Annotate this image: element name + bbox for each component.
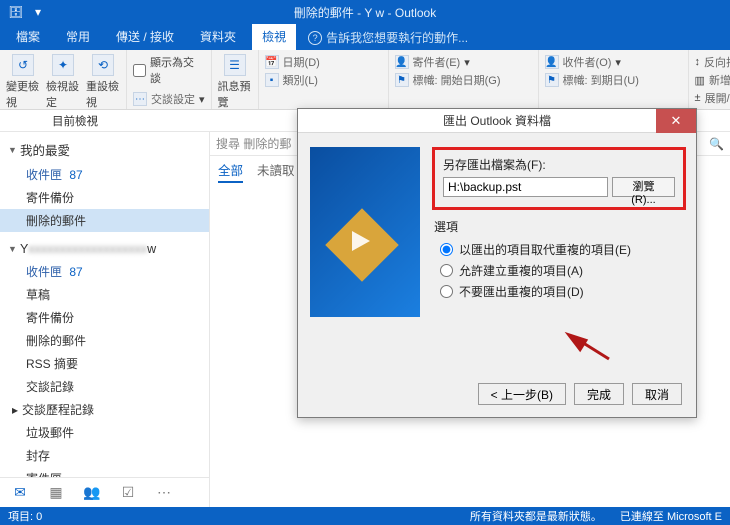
filter-all[interactable]: 全部 [218,160,243,183]
nav-outbox[interactable]: 寄件匣 [0,467,209,477]
ribbon-group-messages: 顯示為交談 ⋯交談設定▾ [127,50,212,109]
mail-icon[interactable]: ✉ [10,483,30,503]
arrange-date[interactable]: 📅日期(D) [265,54,382,70]
account-header[interactable]: ▼ Yxxxxxxxxxxxxxxxxxxxw [0,238,209,260]
quick-access-toolbar: 🗄 ▾ [8,4,46,20]
status-connection: 已連線至 Microsoft E [620,508,722,524]
nav-sent-items2[interactable]: 寄件備份 [0,306,209,329]
ribbon-group-currentview: ↺變更檢視 ✦檢視設定 ⟲重設檢視 [0,50,127,109]
cancel-button[interactable]: 取消 [632,383,682,405]
nav-conversation-history2[interactable]: ▸交談歷程記錄 [0,398,209,421]
dialog-close-button[interactable]: ✕ [656,109,696,133]
dialog-titlebar: 匯出 Outlook 資料檔 ✕ [298,109,696,133]
calendar-icon: 📅 [265,55,279,69]
show-as-conversations-check[interactable]: 顯示為交談 [133,54,205,86]
finish-button[interactable]: 完成 [574,383,624,405]
current-view-caption: 目前檢視 [52,113,98,129]
reset-view-button[interactable]: ⟲重設檢視 [86,54,120,110]
flag-icon: ⚑ [395,73,409,87]
expand-collapse-button[interactable]: ±展開/折疊▾ [695,90,730,106]
save-as-label: 另存匯出檔案為(F): [443,156,675,173]
ribbon-group-arrangement: 📅日期(D) ▪類別(L) [259,50,389,109]
tab-sendreceive[interactable]: 傳送 / 接收 [106,24,184,50]
ribbon-group-arrangement3: 👤收件者(O)▾ ⚑標幟: 到期日(U) [539,50,689,109]
more-icon[interactable]: ⋯ [154,483,174,503]
tag-icon: ▪ [265,73,279,87]
nav-inbox[interactable]: 收件匣 87 [0,163,209,186]
chevron-right-icon: ▸ [12,403,18,417]
nav-drafts[interactable]: 草稿 [0,283,209,306]
person-icon: 👤 [395,55,409,69]
arrange-flag-start[interactable]: ⚑標幟: 開始日期(G) [395,72,532,88]
ribbon-group-arrangement2: 👤寄件者(E)▾ ⚑標幟: 開始日期(G) [389,50,539,109]
export-path-input[interactable] [443,177,608,197]
add-columns-button[interactable]: ▥新增欄 [695,72,730,88]
window-titlebar: 🗄 ▾ 刪除的郵件 - Y w - Outlook [0,0,730,24]
arrange-category[interactable]: ▪類別(L) [265,72,382,88]
conversation-settings-button[interactable]: ⋯交談設定▾ [133,91,205,107]
opt-replace-duplicates[interactable]: 以匯出的項目取代重複的項目(E) [440,239,686,260]
change-view-button[interactable]: ↺變更檢視 [6,54,40,110]
export-dialog: 匯出 Outlook 資料檔 ✕ 另存匯出檔案為(F): 瀏覽(R)... 選項… [297,108,697,418]
ribbon-group-sort: ↕反向排序 ▥新增欄 ±展開/折疊▾ [689,50,730,109]
window-title: 刪除的郵件 - Y w - Outlook [294,4,436,21]
calendar-icon[interactable]: ▦ [46,483,66,503]
qat-dropdown-icon[interactable]: ▾ [30,4,46,20]
folder-nav-pane: ▼我的最愛 收件匣 87 寄件備份 刪除的郵件 ▼ Yxxxxxxxxxxxxx… [0,132,210,507]
opt-no-duplicates[interactable]: 不要匯出重複的項目(D) [440,281,686,302]
dialog-title: 匯出 Outlook 資料檔 [443,112,551,129]
arrange-flag-due[interactable]: ⚑標幟: 到期日(U) [545,72,682,88]
ribbon-tabstrip: 檔案 常用 傳送 / 接收 資料夾 檢視 ? 告訴我您想要執行的動作... [0,24,730,50]
nav-rss[interactable]: RSS 摘要 [0,352,209,375]
opt-allow-duplicates[interactable]: 允許建立重複的項目(A) [440,260,686,281]
search-icon[interactable]: 🔍 [709,137,724,151]
arrange-recipient[interactable]: 👤收件者(O)▾ [545,54,682,70]
filter-unread[interactable]: 未讀取 [257,160,295,183]
tell-me-box[interactable]: ? 告訴我您想要執行的動作... [302,29,474,50]
nav-deleted-items2[interactable]: 刪除的郵件 [0,329,209,352]
flag-icon: ⚑ [545,73,559,87]
chevron-down-icon: ▼ [8,244,18,254]
tasks-icon[interactable]: ☑ [118,483,138,503]
dialog-illustration [310,147,420,317]
chevron-down-icon: ▼ [8,145,18,155]
tab-home[interactable]: 常用 [56,24,100,50]
person-icon: 👤 [545,55,559,69]
favorites-header[interactable]: ▼我的最愛 [0,136,209,163]
nav-inbox2[interactable]: 收件匣 87 [0,260,209,283]
duplicate-options: 以匯出的項目取代重複的項目(E) 允許建立重複的項目(A) 不要匯出重複的項目(… [440,239,686,302]
ribbon-group-preview: ☰訊息預覽 [212,50,259,109]
tab-file[interactable]: 檔案 [6,24,50,50]
tab-folder[interactable]: 資料夾 [190,24,246,50]
status-sync: 所有資料夾都是最新狀態。 [470,508,602,524]
nav-sent-items[interactable]: 寄件備份 [0,186,209,209]
browse-button[interactable]: 瀏覽(R)... [612,177,675,197]
lightbulb-icon: ? [308,31,322,45]
options-label: 選項 [434,218,686,235]
view-settings-button[interactable]: ✦檢視設定 [46,54,80,110]
people-icon[interactable]: 👥 [82,483,102,503]
nav-switcher: ✉ ▦ 👥 ☑ ⋯ [0,477,209,507]
message-preview-button[interactable]: ☰訊息預覽 [218,54,252,110]
search-placeholder: 搜尋 刪除的郵 [216,135,291,152]
tell-me-label: 告訴我您想要執行的動作... [326,29,468,46]
status-item-count: 項目: 0 [8,508,42,524]
reverse-sort-button[interactable]: ↕反向排序 [695,54,730,70]
status-bar: 項目: 0 所有資料夾都是最新狀態。 已連線至 Microsoft E [0,507,730,525]
save-icon[interactable]: 🗄 [8,4,24,20]
nav-conversation-history[interactable]: 交談記錄 [0,375,209,398]
nav-junk[interactable]: 垃圾郵件 [0,421,209,444]
arrange-sender[interactable]: 👤寄件者(E)▾ [395,54,532,70]
nav-deleted-items[interactable]: 刪除的郵件 [0,209,209,232]
nav-archive[interactable]: 封存 [0,444,209,467]
ribbon: ↺變更檢視 ✦檢視設定 ⟲重設檢視 顯示為交談 ⋯交談設定▾ ☰訊息預覽 📅日期… [0,50,730,110]
back-button[interactable]: < 上一步(B) [478,383,566,405]
highlight-box: 另存匯出檔案為(F): 瀏覽(R)... [432,147,686,210]
tab-view[interactable]: 檢視 [252,24,296,50]
